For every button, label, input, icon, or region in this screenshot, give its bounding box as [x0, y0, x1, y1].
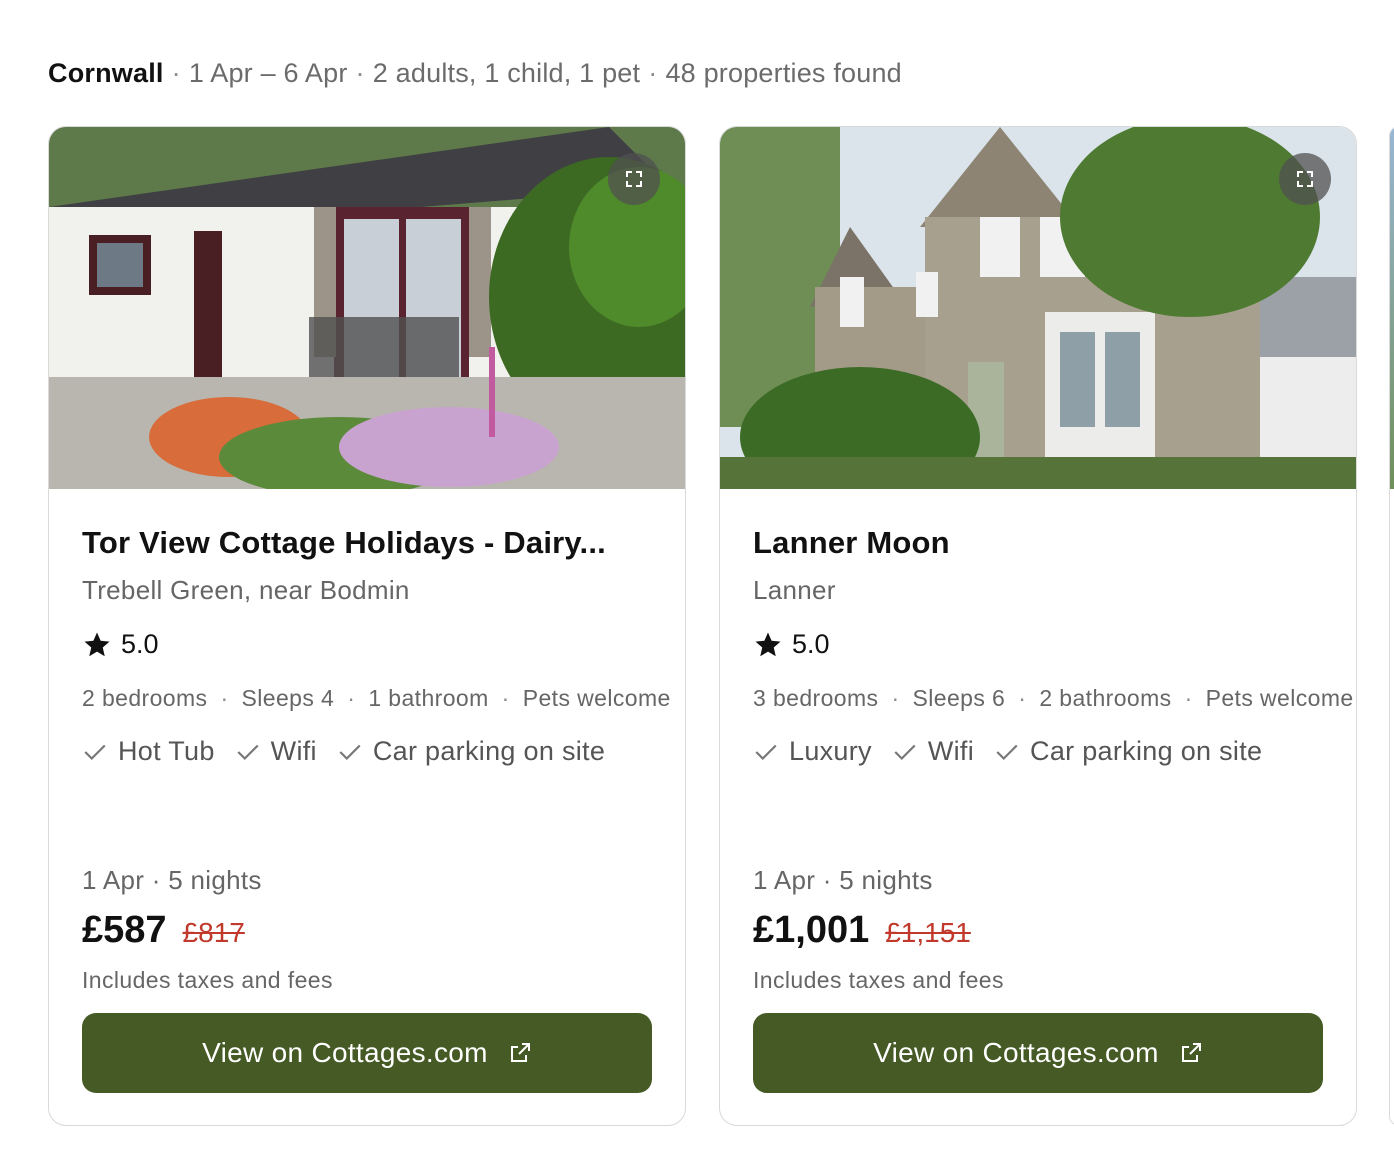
- next-listing-card-peek[interactable]: [1389, 126, 1394, 1126]
- summary-separator: ·: [355, 58, 365, 88]
- listing-photo[interactable]: [49, 127, 685, 489]
- star-icon: [84, 632, 110, 656]
- star-icon: [755, 632, 781, 656]
- taxes-note: Includes taxes and fees: [82, 967, 333, 993]
- cottage-photo-illustration: [49, 127, 685, 489]
- taxes-note: Includes taxes and fees: [753, 967, 1004, 993]
- price-row: £1,001 £1,151: [753, 909, 971, 952]
- summary-separator: ·: [171, 58, 181, 88]
- fact-separator: ·: [891, 685, 900, 711]
- current-price: £587: [82, 909, 167, 951]
- check-icon: [84, 744, 106, 760]
- listing-facts: 2 bedrooms · Sleeps 4 · 1 bathroom · Pets welc…: [82, 685, 685, 712]
- listing-photo: [1390, 127, 1394, 489]
- feature-item: Car parking on site: [994, 736, 1262, 767]
- listing-rating: 5.0: [753, 629, 830, 660]
- external-link-icon: [510, 1043, 530, 1062]
- listing-photo[interactable]: [720, 127, 1356, 489]
- original-price: £1,151: [885, 917, 971, 948]
- expand-icon: [626, 171, 642, 187]
- house-photo-illustration: [720, 127, 1356, 489]
- fact-bathrooms: 1 bathroom: [368, 685, 489, 711]
- check-icon: [339, 744, 361, 760]
- listing-features: Hot Tub Wifi Car parking on site: [82, 736, 605, 767]
- feature-label: Car parking on site: [1030, 736, 1263, 766]
- view-on-cottages-button[interactable]: View on Cottages.com: [753, 1013, 1323, 1093]
- cta-label: View on Cottages.com: [202, 1037, 488, 1068]
- feature-label: Car parking on site: [372, 736, 606, 766]
- check-icon: [996, 744, 1018, 760]
- listing-card[interactable]: Lanner Moon Lanner 5.0 3 bedrooms · Sleeps…: [719, 126, 1357, 1126]
- expand-photo-button[interactable]: [608, 153, 660, 205]
- rating-value: 5.0: [792, 629, 830, 659]
- summary-guests: 2 adults, 1 child, 1 pet: [372, 58, 641, 88]
- summary-results-count: 48 properties found: [665, 58, 902, 88]
- feature-item: Hot Tub: [82, 736, 215, 767]
- feature-label: Wifi: [927, 736, 975, 766]
- check-icon: [755, 744, 777, 760]
- fact-pets: Pets welcome: [1205, 685, 1354, 711]
- search-summary: Cornwall · 1 Apr – 6 Apr · 2 adults, 1 child…: [48, 58, 902, 89]
- feature-label: Luxury: [789, 736, 872, 766]
- summary-location: Cornwall: [48, 58, 164, 88]
- stay-dates: 1 Apr · 5 nights: [753, 865, 933, 895]
- fact-separator: ·: [347, 685, 356, 711]
- listing-facts: 3 bedrooms · Sleeps 6 · 2 bathrooms · Pets wel…: [753, 685, 1356, 712]
- view-on-cottages-button[interactable]: View on Cottages.com: [82, 1013, 652, 1093]
- original-price: £817: [182, 917, 245, 948]
- expand-icon: [1297, 171, 1313, 187]
- feature-label: Wifi: [270, 736, 317, 766]
- fact-bathrooms: 2 bathrooms: [1039, 685, 1172, 711]
- fact-separator: ·: [1184, 685, 1193, 711]
- feature-item: Wifi: [892, 736, 974, 767]
- summary-dates: 1 Apr – 6 Apr: [188, 58, 348, 88]
- cta-label: View on Cottages.com: [873, 1037, 1159, 1068]
- expand-photo-button[interactable]: [1279, 153, 1331, 205]
- fact-separator: ·: [220, 685, 229, 711]
- listing-features: Luxury Wifi Car parking on site: [753, 736, 1262, 767]
- feature-item: Wifi: [235, 736, 317, 767]
- fact-pets: Pets welcome: [522, 685, 671, 711]
- summary-separator: ·: [648, 58, 658, 88]
- listing-title[interactable]: Tor View Cottage Holidays - Dairy...: [82, 525, 622, 561]
- current-price: £1,001: [753, 909, 870, 951]
- rating-value: 5.0: [121, 629, 159, 659]
- listing-rating: 5.0: [82, 629, 159, 660]
- listing-location: Trebell Green, near Bodmin: [82, 575, 410, 605]
- feature-item: Luxury: [753, 736, 872, 767]
- listing-location: Lanner: [753, 575, 836, 605]
- fact-separator: ·: [501, 685, 510, 711]
- fact-bedrooms: 2 bedrooms: [82, 685, 208, 711]
- listing-card[interactable]: Tor View Cottage Holidays - Dairy... Tre…: [48, 126, 686, 1126]
- listing-title[interactable]: Lanner Moon: [753, 525, 1293, 561]
- feature-label: Hot Tub: [118, 736, 215, 766]
- check-icon: [894, 744, 916, 760]
- stay-dates: 1 Apr · 5 nights: [82, 865, 262, 895]
- fact-bedrooms: 3 bedrooms: [753, 685, 879, 711]
- external-link-icon: [1181, 1043, 1201, 1062]
- check-icon: [237, 744, 259, 760]
- price-row: £587 £817: [82, 909, 245, 952]
- fact-sleeps: Sleeps 4: [241, 685, 335, 711]
- feature-item: Car parking on site: [337, 736, 605, 767]
- fact-separator: ·: [1018, 685, 1027, 711]
- fact-sleeps: Sleeps 6: [912, 685, 1006, 711]
